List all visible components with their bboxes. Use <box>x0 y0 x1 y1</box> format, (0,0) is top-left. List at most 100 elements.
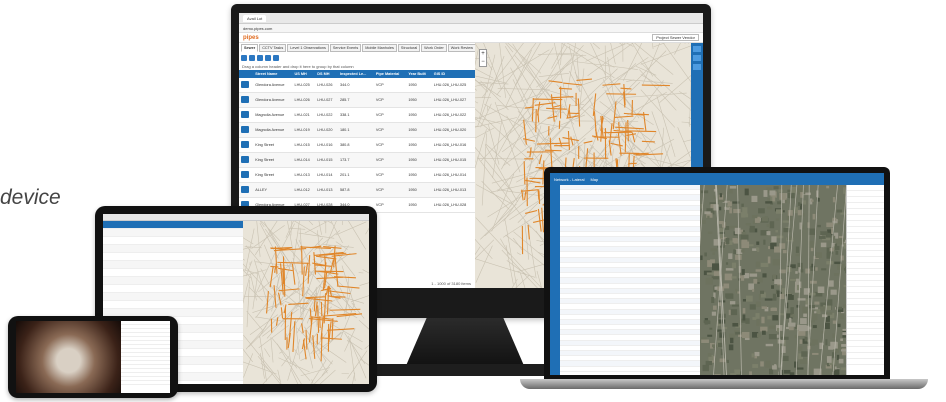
list-item[interactable] <box>560 367 700 372</box>
edit-icon[interactable] <box>241 186 249 193</box>
project-select[interactable]: Project Sewer Vendor <box>652 34 699 41</box>
sewer-line[interactable] <box>305 296 326 299</box>
column-header[interactable]: Pipe Material <box>373 70 407 78</box>
sewer-line[interactable] <box>624 122 627 153</box>
sewer-line[interactable] <box>292 321 296 352</box>
table-row[interactable] <box>103 293 243 301</box>
table-row[interactable]: ALLEY LHU-012 LHU-013 587.8 VCP 1950 LHU-026_L… <box>239 182 475 198</box>
column-header[interactable]: Year Built <box>406 70 432 78</box>
tab-cctv[interactable]: CCTV Tasks <box>259 44 287 52</box>
tab-sewer[interactable]: Sewer <box>241 44 259 52</box>
sewer-line[interactable] <box>567 130 571 150</box>
sewer-line[interactable] <box>536 142 570 145</box>
sewer-line[interactable] <box>625 130 657 133</box>
sewer-line[interactable] <box>531 98 534 122</box>
sewer-line[interactable] <box>544 149 562 152</box>
sewer-line[interactable] <box>546 107 567 110</box>
sewer-line[interactable] <box>275 317 279 326</box>
edit-icon[interactable] <box>241 111 249 118</box>
sewer-line[interactable] <box>533 98 563 101</box>
sewer-line[interactable] <box>524 191 527 201</box>
sewer-line[interactable] <box>527 224 530 240</box>
sewer-line[interactable] <box>321 337 342 340</box>
column-header[interactable]: GIS ID <box>431 70 475 78</box>
sewer-line[interactable] <box>334 255 339 286</box>
table-row[interactable] <box>103 237 243 245</box>
zoom-out-icon[interactable]: − <box>480 58 486 66</box>
layers-icon[interactable] <box>693 46 701 52</box>
sewer-line[interactable] <box>563 82 583 86</box>
table-row[interactable]: Glendora Avenue LHU-025 LHU-026 344.0 VCP 195… <box>239 78 475 93</box>
sewer-line[interactable] <box>269 266 274 288</box>
sewer-line[interactable] <box>537 110 540 123</box>
edit-icon[interactable] <box>241 171 249 178</box>
sewer-line[interactable] <box>618 122 620 131</box>
sewer-line[interactable] <box>331 318 334 340</box>
sewer-line[interactable] <box>548 80 563 84</box>
sewer-line[interactable] <box>327 328 355 331</box>
tablet-grid-header[interactable] <box>103 221 243 229</box>
sewer-line[interactable] <box>307 255 311 284</box>
sewer-line[interactable] <box>288 302 309 306</box>
table-row[interactable] <box>103 277 243 285</box>
sewer-line[interactable] <box>583 140 593 144</box>
tablet-map[interactable] <box>243 221 369 384</box>
tab-observations[interactable]: Level 1 Observations <box>287 44 329 52</box>
sewer-line[interactable] <box>535 109 537 133</box>
search-icon[interactable] <box>249 55 255 61</box>
tab-work-order[interactable]: Work Order <box>421 44 447 52</box>
column-header[interactable]: Street Name <box>253 70 293 78</box>
sewer-line[interactable] <box>523 138 535 142</box>
table-row[interactable]: King Street LHU-014 LHU-015 173.7 VCP 1950 LHU… <box>239 152 475 168</box>
table-row[interactable]: Magnolia Avenue LHU-019 LHU-020 180.1 VCP 195… <box>239 122 475 138</box>
sewer-line[interactable] <box>280 307 284 319</box>
sewer-line[interactable] <box>266 290 269 314</box>
sewer-line[interactable] <box>525 209 538 214</box>
table-row[interactable] <box>103 245 243 253</box>
sewer-line[interactable] <box>570 136 574 146</box>
tab-structural[interactable]: Structural <box>397 44 421 52</box>
sewer-line[interactable] <box>558 87 572 90</box>
filter-icon[interactable] <box>693 64 701 70</box>
sewer-line[interactable] <box>314 264 332 267</box>
browser-tab[interactable]: Avail Lot <box>243 14 267 22</box>
property-row[interactable] <box>847 359 884 365</box>
table-row[interactable]: King Street LHU-013 LHU-014 201.1 VCP 1950 LHU… <box>239 167 475 183</box>
sewer-line[interactable] <box>273 285 277 308</box>
edit-icon[interactable] <box>241 96 249 103</box>
sewer-line[interactable] <box>304 262 309 276</box>
sewer-line[interactable] <box>537 190 540 200</box>
sewer-line[interactable] <box>641 84 670 87</box>
edit-icon[interactable] <box>241 126 249 133</box>
sewer-line[interactable] <box>291 263 296 285</box>
tab-service-events[interactable]: Service Events <box>329 44 362 52</box>
sewer-line[interactable] <box>577 98 581 127</box>
search-icon[interactable] <box>693 55 701 61</box>
plus-icon[interactable] <box>273 55 279 61</box>
table-row[interactable]: King Street LHU-015 LHU-016 380.8 VCP 1950 LHU… <box>239 137 475 153</box>
observation-row[interactable] <box>121 381 170 385</box>
table-row[interactable] <box>103 229 243 237</box>
menu-icon[interactable] <box>241 55 247 61</box>
table-row[interactable] <box>103 253 243 261</box>
table-row[interactable]: Glendora Avenue LHU-026 LHU-027 285.7 VCP 195… <box>239 92 475 108</box>
map-zoom-control[interactable]: + − <box>479 49 487 67</box>
zoom-in-icon[interactable]: + <box>480 50 486 58</box>
url-bar[interactable]: demo.pipes.com <box>239 24 703 33</box>
table-row[interactable] <box>103 301 243 309</box>
edit-icon[interactable] <box>241 141 249 148</box>
zoom-in-icon[interactable] <box>257 55 263 61</box>
column-header[interactable]: US MH <box>292 70 316 78</box>
edit-icon[interactable] <box>241 81 249 88</box>
table-row[interactable]: Magnolia Avenue LHU-021 LHU-022 338.1 VCP 195… <box>239 107 475 123</box>
tab-work-review[interactable]: Work Review <box>447 44 477 52</box>
satellite-map[interactable] <box>700 185 846 375</box>
sewer-line[interactable] <box>608 123 613 145</box>
table-row[interactable] <box>103 269 243 277</box>
sewer-line[interactable] <box>552 104 561 108</box>
edit-icon[interactable] <box>241 156 249 163</box>
tab-manholes[interactable]: Mobile Manholes <box>362 44 397 52</box>
column-header[interactable]: Inspected Le... <box>337 70 374 78</box>
sewer-line[interactable] <box>614 115 634 118</box>
sewer-line[interactable] <box>641 140 655 143</box>
